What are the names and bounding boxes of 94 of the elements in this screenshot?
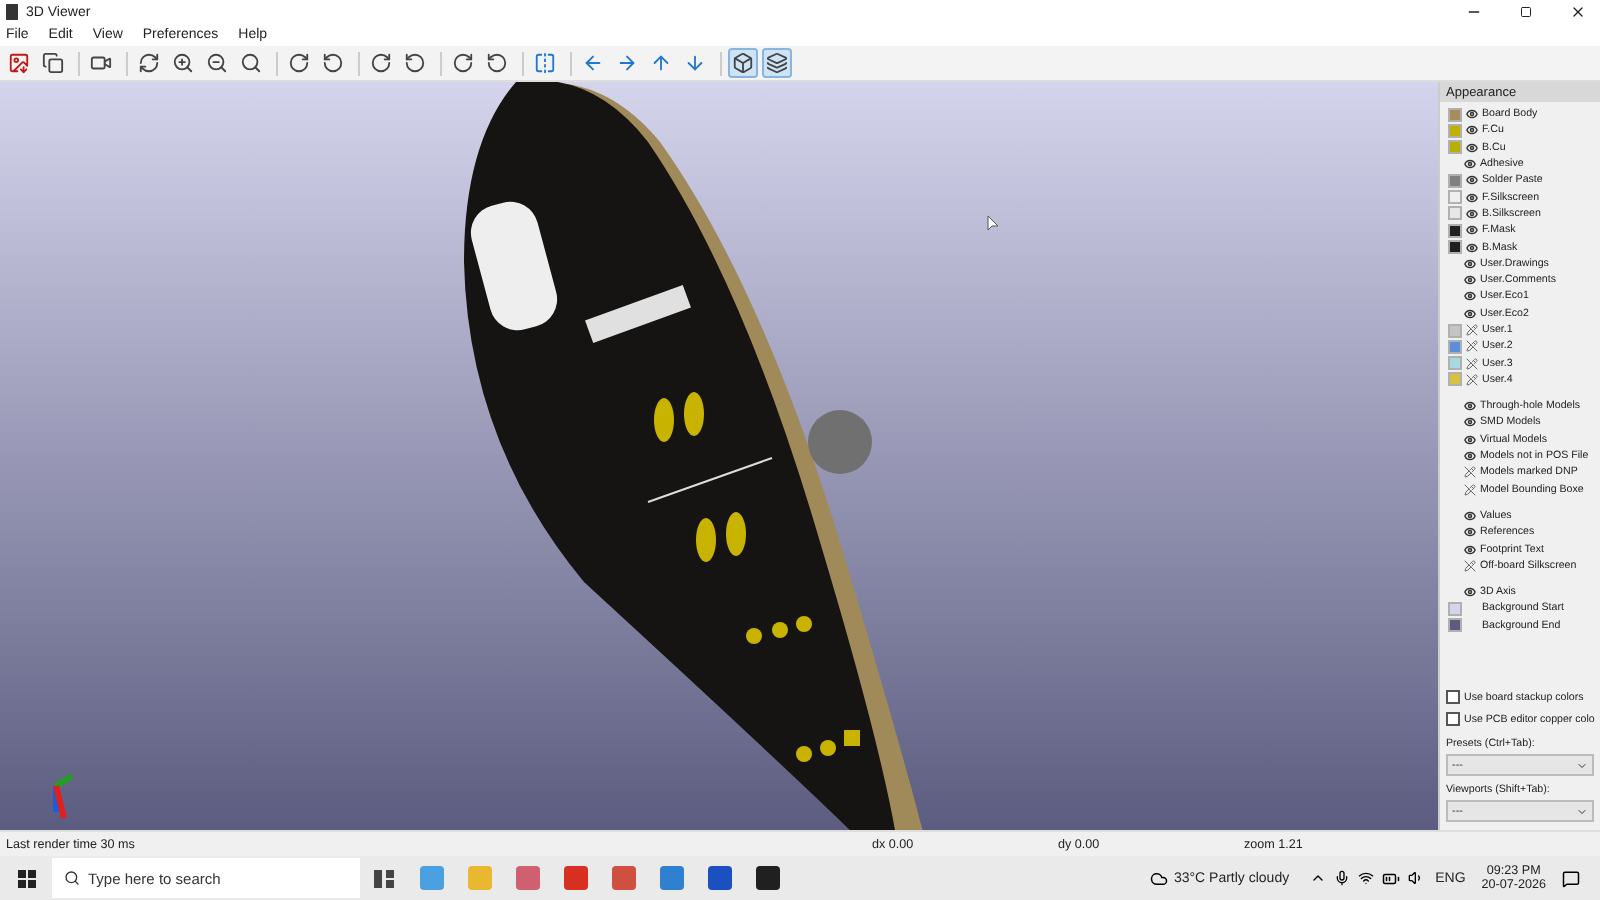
eye-icon[interactable] <box>1464 526 1476 539</box>
rotate-clockwise-icon <box>370 52 392 74</box>
toolbar-button[interactable] <box>448 48 478 78</box>
eye-icon[interactable] <box>1464 433 1476 446</box>
eye-icon[interactable] <box>1466 224 1478 237</box>
eye-icon[interactable] <box>1464 416 1476 429</box>
toolbar-button[interactable] <box>4 48 34 78</box>
image-save-icon <box>8 52 30 74</box>
eye-icon[interactable] <box>1464 257 1476 270</box>
eye-icon[interactable] <box>1464 307 1476 320</box>
eye-icon[interactable] <box>1466 241 1478 254</box>
toolbar-button[interactable] <box>284 48 314 78</box>
down-arrow-icon <box>684 52 706 74</box>
tray-expand-icon[interactable] <box>1309 870 1326 886</box>
windows-logo-icon <box>17 869 35 887</box>
3d-viewport[interactable] <box>0 82 1438 830</box>
zoom-out-icon <box>206 52 228 74</box>
toolbar-button[interactable] <box>134 48 164 78</box>
color-swatch[interactable] <box>1448 240 1462 255</box>
copy-icon <box>42 52 64 74</box>
pencil-off-icon[interactable] <box>1464 483 1476 496</box>
eye-icon[interactable] <box>1464 158 1476 171</box>
toolbar-button[interactable] <box>366 48 396 78</box>
microphone-icon[interactable] <box>1333 870 1350 886</box>
left-arrow-icon <box>582 52 604 74</box>
eye-icon[interactable] <box>1466 108 1478 121</box>
reload-icon <box>138 52 160 74</box>
toolbar-button[interactable] <box>38 48 68 78</box>
close-icon <box>1570 4 1586 20</box>
toolbar-button[interactable] <box>202 48 232 78</box>
toolbar-button[interactable] <box>318 48 348 78</box>
color-swatch[interactable] <box>1448 618 1462 633</box>
rotate-counterclockwise-icon <box>486 52 508 74</box>
pencil-off-icon[interactable] <box>1466 340 1478 353</box>
eye-icon[interactable] <box>1466 124 1478 137</box>
eye-icon[interactable] <box>1464 400 1476 413</box>
color-swatch[interactable] <box>1448 356 1462 371</box>
eye-icon[interactable] <box>1466 207 1478 220</box>
pencil-off-icon[interactable] <box>1466 373 1478 386</box>
rotate-counterclockwise-icon <box>404 52 426 74</box>
eye-icon[interactable] <box>1464 543 1476 556</box>
toolbar-button[interactable] <box>400 48 430 78</box>
rotate-clockwise-icon <box>288 52 310 74</box>
color-swatch[interactable] <box>1448 223 1462 238</box>
pencil-off-icon[interactable] <box>1464 559 1476 572</box>
color-swatch[interactable] <box>1448 123 1462 138</box>
axis-icon <box>53 773 74 819</box>
color-swatch[interactable] <box>1448 140 1462 155</box>
chevron-down-icon <box>1576 759 1588 771</box>
color-swatch[interactable] <box>1448 601 1462 616</box>
app-icon <box>6 4 18 20</box>
zoom-fit-icon <box>240 52 262 74</box>
color-swatch[interactable] <box>1448 206 1462 221</box>
color-swatch[interactable] <box>1448 190 1462 205</box>
toolbar-button[interactable] <box>168 48 198 78</box>
maximize-icon <box>1520 6 1532 18</box>
volume-icon[interactable] <box>1407 870 1424 886</box>
eye-icon[interactable] <box>1464 290 1476 303</box>
toolbar-button[interactable] <box>762 48 792 78</box>
color-swatch[interactable] <box>1448 107 1462 122</box>
eye-icon[interactable] <box>1464 274 1476 287</box>
pencil-off-icon[interactable] <box>1466 357 1478 370</box>
layers-icon <box>766 52 788 74</box>
toolbar-button[interactable] <box>482 48 512 78</box>
rotate-clockwise-icon <box>452 52 474 74</box>
toolbar-button[interactable] <box>530 48 560 78</box>
search-icon <box>64 870 80 886</box>
color-swatch[interactable] <box>1448 372 1462 387</box>
notifications-icon[interactable] <box>1562 869 1580 887</box>
mouse-cursor-icon <box>987 215 999 231</box>
eye-icon[interactable] <box>1466 191 1478 204</box>
cube-icon <box>732 52 754 74</box>
rotate-counterclockwise-icon <box>322 52 344 74</box>
color-swatch[interactable] <box>1448 173 1462 188</box>
pencil-off-icon[interactable] <box>1466 324 1478 336</box>
up-arrow-icon <box>650 52 672 74</box>
eye-icon[interactable] <box>1466 141 1478 154</box>
eye-icon[interactable] <box>1466 174 1478 187</box>
weather-icon[interactable] <box>1149 869 1168 887</box>
chevron-down-icon <box>1576 805 1588 817</box>
toolbar-button[interactable] <box>728 48 758 78</box>
eye-icon[interactable] <box>1464 586 1476 599</box>
zoom-in-icon <box>172 52 194 74</box>
network-icon[interactable] <box>1357 870 1374 886</box>
color-swatch[interactable] <box>1448 339 1462 354</box>
color-swatch[interactable] <box>1448 323 1462 337</box>
toolbar-button[interactable] <box>236 48 266 78</box>
right-arrow-icon <box>616 52 638 74</box>
camera-icon <box>90 52 112 74</box>
flip-icon <box>534 52 556 74</box>
pencil-off-icon[interactable] <box>1464 466 1476 479</box>
battery-icon[interactable] <box>1381 869 1400 887</box>
eye-icon[interactable] <box>1464 450 1476 463</box>
eye-icon[interactable] <box>1464 509 1476 522</box>
